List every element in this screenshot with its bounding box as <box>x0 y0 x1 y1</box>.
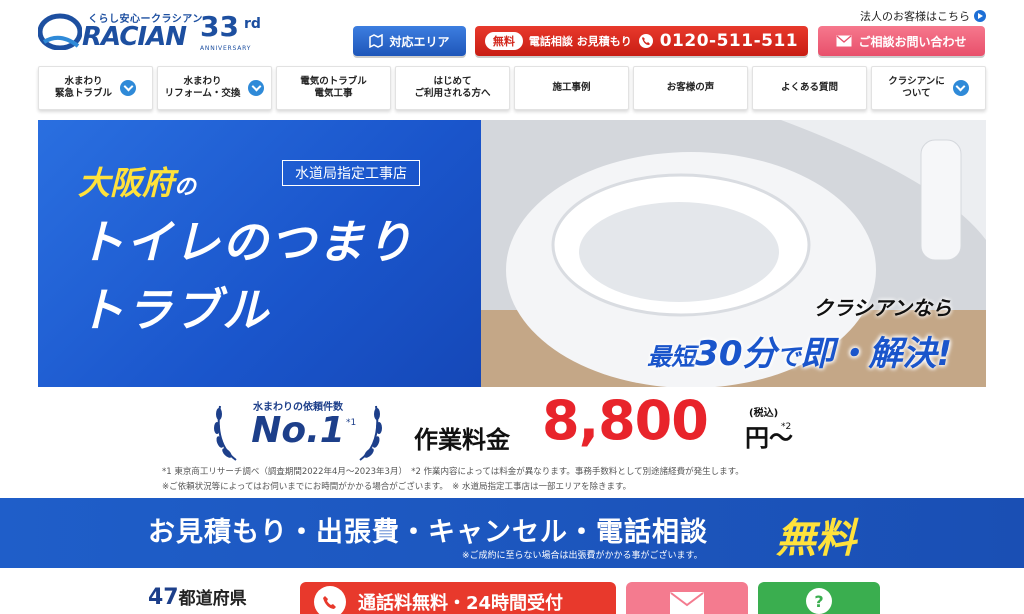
corporate-link[interactable]: 法人のお客様はこちら <box>860 8 986 24</box>
free-service-banner: お見積もり・出張費・キャンセル・電話相談 無料 ※ご成約に至らない場合は出張費が… <box>0 498 1024 568</box>
chevron-down-icon <box>248 80 265 96</box>
nav-item-reform[interactable]: 水まわり リフォーム・交換 <box>157 66 272 110</box>
hero-slogan-line1: クラシアンなら <box>813 296 952 320</box>
hero-slogan-resolve: 即・解決! <box>800 334 952 374</box>
corporate-link-label: 法人のお客様はこちら <box>860 10 970 23</box>
call-cta-button[interactable]: 通話料無料・24時間受付 <box>300 582 616 614</box>
hero-title-line1: トイレのつまり <box>78 215 414 269</box>
service-area-button[interactable]: 対応エリア <box>353 26 466 56</box>
anniversary-label: ANNIVERSARY <box>200 45 252 52</box>
nav-item-first-time[interactable]: はじめて ご利用される方へ <box>395 66 510 110</box>
nav-item-label: 水まわり 緊急トラブル <box>54 75 112 99</box>
nav-item-electric[interactable]: 電気のトラブル 電気工事 <box>276 66 391 110</box>
prefectures-label: 47都道府県 <box>148 584 247 610</box>
free-pill: 無料 <box>484 32 523 50</box>
nav-item-label: 施工事例 <box>552 81 591 93</box>
global-nav: 水まわり 緊急トラブル 水まわり リフォーム・交換 電気のトラブル 電気工事 は… <box>38 66 986 110</box>
contact-label: ご相談お問い合わせ <box>858 34 967 49</box>
price-label: 作業料金 <box>414 426 510 454</box>
nav-item-label: 電気のトラブル 電気工事 <box>300 75 367 99</box>
footnote-2: ※ご依頼状況等によってはお伺いまでにお時間がかかる場合がございます。 ※ 水道局… <box>162 482 632 492</box>
hero-tag: 水道局指定工事店 <box>282 160 420 186</box>
envelope-icon <box>670 592 704 614</box>
nav-item-label: クラシアンに ついて <box>888 75 945 99</box>
hero-slogan-minutes: 30分 <box>695 334 777 374</box>
call-cta-label: 通話料無料・24時間受付 <box>358 593 564 614</box>
hero-city-particle: の <box>174 175 197 200</box>
nav-item-reviews[interactable]: お客様の声 <box>633 66 748 110</box>
price-value: 8,800 <box>542 389 709 452</box>
chevron-down-icon <box>952 80 969 96</box>
badge-no1: No.1 <box>251 410 345 451</box>
logo-word: RACIAN <box>82 22 187 52</box>
prefectures-number: 47 <box>148 585 179 610</box>
phone-consult-button[interactable]: 無料 電話相談 お見積もり 0120-511-511 <box>475 26 808 56</box>
no1-badge: 水まわりの依頼件数 No.1 *1 <box>210 396 386 466</box>
phone-icon <box>638 34 653 48</box>
arrow-right-icon <box>974 10 986 22</box>
price-tax: (税込) <box>749 408 779 419</box>
free-banner-main: お見積もり・出張費・キャンセル・電話相談 <box>148 517 708 548</box>
hero-banner: 大阪府の 水道局指定工事店 トイレのつまり トラブル クラシアンなら 最短30分… <box>38 120 986 387</box>
nav-item-about[interactable]: クラシアンに ついて <box>871 66 986 110</box>
phone-number: 0120-511-511 <box>659 31 799 51</box>
phone-icon <box>314 586 346 614</box>
service-area-label: 対応エリア <box>389 34 450 49</box>
prefectures-text: 都道府県 <box>178 589 247 609</box>
anniversary-number: 33 <box>200 10 239 43</box>
nav-item-label: 水まわり リフォーム・交換 <box>164 75 241 99</box>
anniversary-suffix: rd <box>244 16 261 32</box>
mail-cta-button[interactable] <box>626 582 748 614</box>
hero-slogan-short: 最短 <box>647 343 696 371</box>
footnote-1: *1 東京商工リサーチ調べ（調査期間2022年4月〜2023年3月） *2 作業… <box>162 467 744 477</box>
free-banner-word: 無料 <box>776 516 856 562</box>
nav-item-label: はじめて ご利用される方へ <box>414 75 491 99</box>
nav-item-label: お客様の声 <box>666 81 715 93</box>
contact-button[interactable]: ご相談お問い合わせ <box>818 26 985 56</box>
nav-item-faq[interactable]: よくある質問 <box>752 66 867 110</box>
hero-slogan-de: で <box>776 343 801 371</box>
nav-item-cases[interactable]: 施工事例 <box>514 66 629 110</box>
price-footnote-mark: *2 <box>781 422 792 432</box>
nav-item-label: よくある質問 <box>780 81 838 93</box>
free-banner-note: ※ご成約に至らない場合は出張費がかかる事がございます。 <box>462 551 703 561</box>
mail-icon <box>836 35 852 47</box>
map-icon <box>369 34 384 48</box>
hero-city: 大阪府の <box>78 158 196 204</box>
hero-slogan-line2: 最短30分で即・解決! <box>647 326 952 375</box>
logo[interactable]: くらし安心ークラシアン RACIAN 33 rd ANNIVERSARY <box>38 8 268 54</box>
logo-swoosh-icon <box>38 13 82 50</box>
toilet-photo: クラシアンなら 最短30分で即・解決! <box>481 120 986 387</box>
chevron-down-icon <box>120 80 136 96</box>
hero-text-panel: 大阪府の 水道局指定工事店 トイレのつまり トラブル <box>38 120 481 387</box>
faq-cta-button[interactable]: ? <box>758 582 880 614</box>
nav-item-emergency[interactable]: 水まわり 緊急トラブル <box>38 66 153 110</box>
hero-city-name: 大阪府 <box>78 164 175 202</box>
phone-label: 電話相談 お見積もり <box>528 35 632 48</box>
question-icon: ? <box>806 588 832 614</box>
badge-footnote-mark: *1 <box>346 418 357 428</box>
hero-title-line2: トラブル <box>78 283 270 337</box>
